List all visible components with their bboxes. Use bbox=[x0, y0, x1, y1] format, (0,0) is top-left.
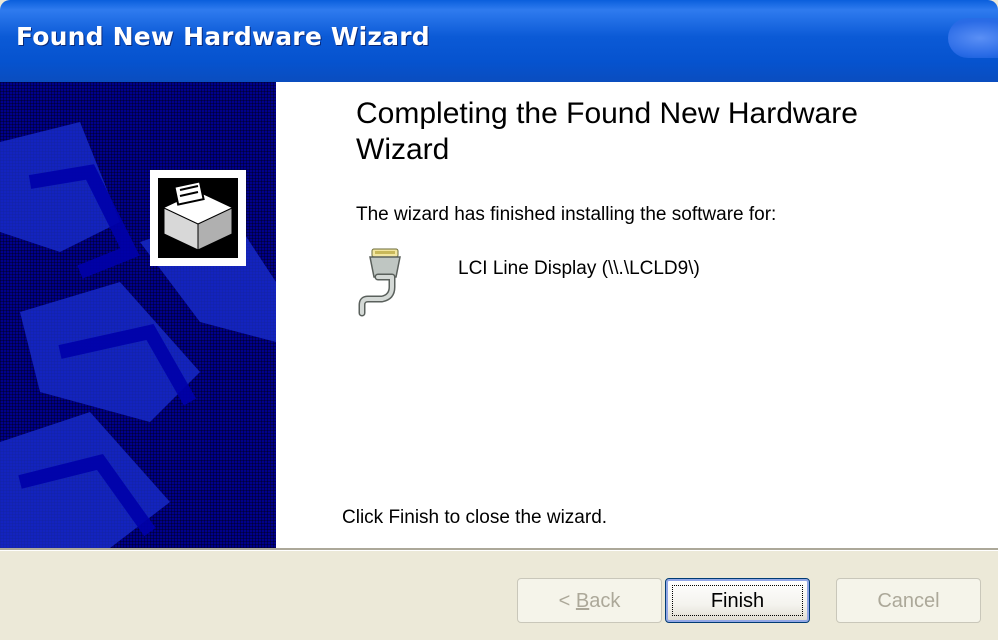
title-bar-decoration bbox=[948, 18, 998, 58]
window-title: Found New Hardware Wizard bbox=[16, 22, 430, 51]
button-bar: < Back Finish Cancel bbox=[0, 551, 998, 640]
hardware-wizard-icon bbox=[150, 170, 246, 266]
serial-port-connector-icon bbox=[356, 247, 420, 317]
back-button-accel: B bbox=[575, 590, 590, 612]
banner-graphic bbox=[0, 122, 276, 548]
back-button[interactable]: < Back bbox=[517, 578, 662, 623]
finish-button[interactable]: Finish bbox=[665, 578, 810, 623]
title-bar[interactable]: Found New Hardware Wizard bbox=[0, 0, 998, 82]
intro-text: The wizard has finished installing the s… bbox=[356, 204, 777, 225]
back-button-prefix: < bbox=[558, 590, 576, 612]
finish-instructions: Click Finish to close the wizard. bbox=[342, 507, 608, 528]
wizard-window: Found New Hardware Wizard Completing the… bbox=[0, 0, 998, 640]
focus-ring bbox=[672, 585, 803, 616]
cancel-button-label: Cancel bbox=[877, 590, 940, 612]
page-title: Completing the Found New Hardware Wizard bbox=[356, 97, 858, 166]
cancel-button[interactable]: Cancel bbox=[836, 578, 981, 623]
device-name: LCI Line Display (\\.\LCLD9\) bbox=[458, 258, 700, 279]
wizard-content: Completing the Found New Hardware Wizard… bbox=[276, 82, 998, 548]
wizard-banner bbox=[0, 82, 276, 548]
back-button-label-rest: ack bbox=[589, 590, 621, 612]
